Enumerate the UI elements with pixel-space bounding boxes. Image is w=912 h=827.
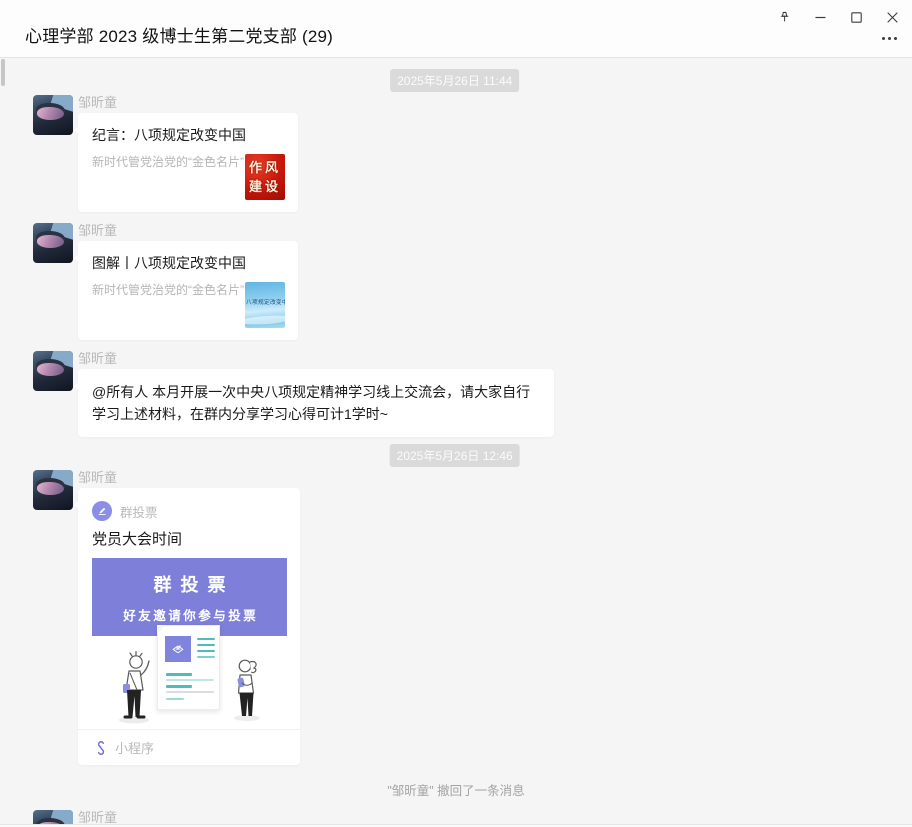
poll-app-icon (92, 501, 112, 521)
poll-app-label: 群投票 (120, 505, 158, 520)
ballot-box-icon (165, 636, 191, 662)
message-link-card-1: 邹昕童 纪言：八项规定改变中国 新时代管党治党的“金色名片” 作风建设 (33, 95, 298, 212)
message-text: 邹昕童 @所有人 本月开展一次中央八项规定精神学习线上交流会，请大家自行学习上述… (33, 351, 554, 437)
link-card-subtitle: 新时代管党治党的“金色名片” (92, 155, 244, 169)
recall-notice: "邹昕童" 撤回了一条消息 (387, 784, 525, 798)
poll-title: 党员大会时间 (92, 531, 183, 548)
link-card-thumbnail: 作风建设 (245, 154, 285, 200)
chat-message-area: 2025年5月26日 11:44 邹昕童 纪言：八项规定改变中国 新时代管党治党… (0, 58, 912, 827)
sender-name: 邹昕童 (78, 470, 118, 485)
poll-banner-subtitle: 好友邀请你参与投票 (123, 608, 259, 623)
avatar[interactable] (33, 223, 73, 263)
more-ellipsis-icon[interactable] (876, 28, 902, 48)
link-card-title: 纪言：八项规定改变中国 (92, 127, 246, 143)
mini-program-label: 小程序 (115, 741, 155, 756)
poll-illustration (92, 625, 287, 728)
mini-program-link-icon (97, 740, 105, 755)
wechat-chat-window: 心理学部 2023 级博士生第二党支部 (29) 2025年5月26日 11:4… (0, 0, 912, 827)
link-card-subtitle: 新时代管党治党的“金色名片” (92, 283, 244, 297)
ballot-document-illustration (157, 625, 220, 710)
chat-title: 心理学部 2023 级博士生第二党支部 (29) (25, 27, 334, 46)
titlebar: 心理学部 2023 级博士生第二党支部 (29) (0, 0, 912, 58)
close-icon[interactable] (878, 6, 906, 28)
link-card-thumbnail: 八项规定改变中国 (245, 282, 285, 328)
timestamp-badge: 2025年5月26日 12:46 (389, 444, 520, 467)
link-card-title: 图解丨八项规定改变中国 (92, 255, 246, 271)
person-right-illustration (234, 659, 260, 721)
pin-icon[interactable] (770, 6, 798, 28)
sender-name: 邹昕童 (78, 223, 118, 238)
sender-name: 邹昕童 (78, 95, 118, 110)
link-card[interactable]: 图解丨八项规定改变中国 新时代管党治党的“金色名片” 八项规定改变中国 (74, 241, 298, 340)
message-poll-card: 邹昕童 群投票 党员大会时间 群投票 好友邀请你参与投票 小程序 (33, 470, 300, 765)
scrollbar-thumb[interactable] (1, 59, 5, 86)
link-card[interactable]: 纪言：八项规定改变中国 新时代管党治党的“金色名片” 作风建设 (74, 113, 298, 212)
avatar[interactable] (33, 470, 73, 510)
poll-banner-title: 群投票 (153, 575, 235, 596)
sender-name: 邹昕童 (78, 351, 118, 366)
timestamp-badge: 2025年5月26日 11:44 (390, 69, 520, 92)
avatar[interactable] (33, 95, 73, 135)
avatar[interactable] (33, 351, 73, 391)
window-controls (770, 6, 906, 28)
mini-program-footer: 小程序 (78, 729, 300, 765)
person-left-illustration (119, 651, 150, 724)
poll-card[interactable]: 群投票 党员大会时间 群投票 好友邀请你参与投票 小程序 (74, 488, 300, 765)
message-link-card-2: 邹昕童 图解丨八项规定改变中国 新时代管党治党的“金色名片” 八项规定改变中国 (33, 223, 298, 340)
text-bubble[interactable]: @所有人 本月开展一次中央八项规定精神学习线上交流会，请大家自行学习上述材料，在… (74, 369, 554, 437)
maximize-icon[interactable] (842, 6, 870, 28)
minimize-icon[interactable] (806, 6, 834, 28)
